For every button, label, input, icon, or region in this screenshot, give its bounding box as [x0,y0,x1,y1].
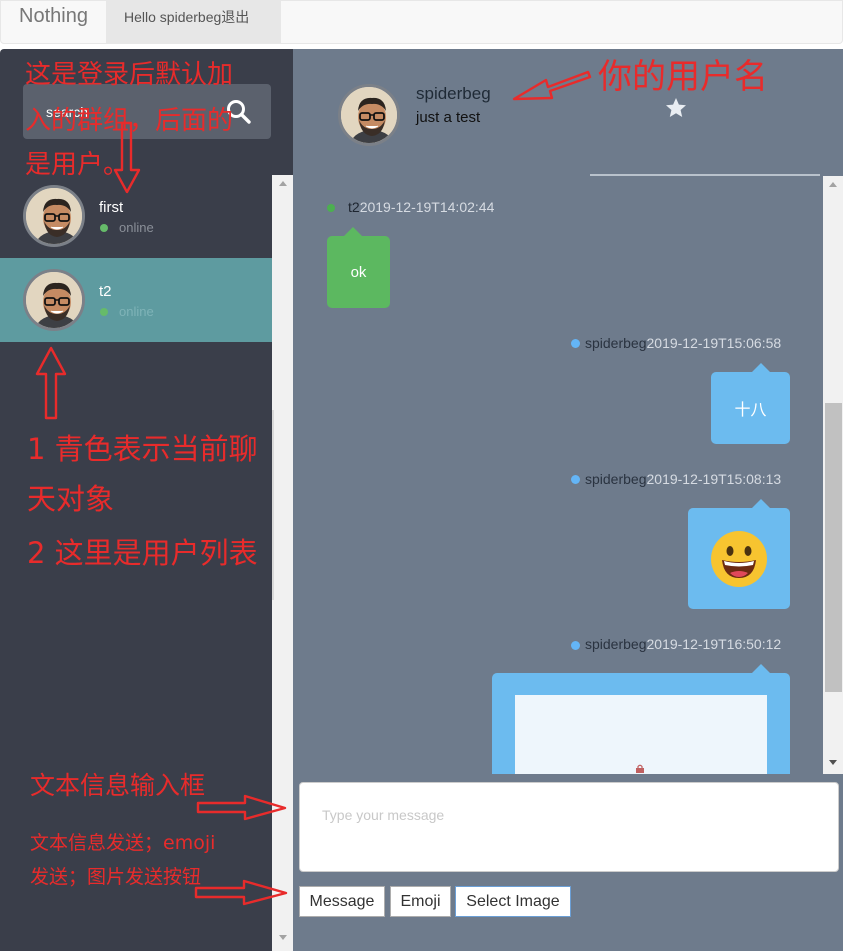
message-bubble: ok [327,236,390,308]
chat-header-name: spiderbeg [416,84,491,103]
navbar-brand[interactable]: Nothing [19,5,88,28]
select-image-button[interactable]: Select Image [455,886,571,917]
annotation-user-list: 2 这里是用户列表 [27,536,258,570]
online-status-dot [100,224,108,232]
top-navbar: Nothing Hello spiderbeg退出 [0,0,843,44]
image-placeholder [515,695,767,774]
message-bubble: 十八 [711,372,790,444]
message-time: 2019-12-19T14:02:44 [359,199,495,215]
grinning-emoji-icon [711,530,767,587]
send-message-button[interactable]: Message [299,886,385,917]
bubble-tail [752,664,770,673]
message-input[interactable] [299,782,839,872]
annotation-send-buttons-line1: 文本信息发送；emoji [30,832,216,854]
message-meta: spiderbeg2019-12-19T15:08:13 [585,471,781,487]
sender-status-dot [571,339,580,348]
message-sender: spiderbeg [585,636,647,652]
message-list: t22019-12-19T14:02:44 ok spiderbeg2019-1… [293,176,823,774]
emoji-message-bubble [688,508,790,609]
annotation-default-group-line3: 是用户。 [25,150,130,180]
sender-status-dot [327,204,335,212]
annotation-current-chat-line1: 1 青色表示当前聊 [27,432,258,466]
message-time: 2019-12-19T15:06:58 [646,335,782,351]
annotation-current-chat-line2: 天对象 [27,482,115,516]
annotation-username: 你的用户名 [598,57,768,97]
user-name: first [99,199,124,216]
chat-header-avatar [338,84,400,146]
avatar [23,269,85,331]
online-status-dot [100,308,108,316]
message-sender: t2 [348,199,360,215]
annotation-send-buttons-line2: 发送；图片发送按钮 [30,866,202,888]
chat-header-status: just a test [416,109,481,126]
bubble-tail [752,363,770,372]
user-logout-link[interactable]: Hello spiderbeg退出 [106,1,281,44]
message-meta: t22019-12-19T14:02:44 [348,199,494,215]
divider [272,410,274,600]
emoji-button[interactable]: Emoji [390,886,451,917]
broken-image-icon [636,764,644,773]
user-list-item-first[interactable]: first online [0,174,272,258]
message-meta: spiderbeg2019-12-19T16:50:12 [585,636,781,652]
message-sender: spiderbeg [585,335,647,351]
message-meta: spiderbeg2019-12-19T15:06:58 [585,335,781,351]
annotation-default-group-line2: 入的群组，后面的 [25,106,234,136]
message-time: 2019-12-19T16:50:12 [646,636,782,652]
bubble-tail [752,499,770,508]
scroll-down-arrow-icon[interactable] [279,935,287,940]
user-list-item-t2[interactable]: t2 online [0,258,272,342]
scroll-up-arrow-icon[interactable] [829,182,837,187]
avatar [23,185,85,247]
bubble-tail [344,227,362,236]
scroll-up-arrow-icon[interactable] [279,181,287,186]
message-time: 2019-12-19T15:08:13 [646,471,782,487]
sidebar-scrollbar[interactable] [272,175,293,951]
user-status: online [119,220,154,235]
annotation-default-group-line1: 这是登录后默认加 [25,60,234,90]
sender-status-dot [571,641,580,650]
user-name: t2 [99,283,112,300]
star-icon[interactable] [664,96,688,120]
scrollbar-thumb[interactable] [825,403,842,692]
scroll-down-arrow-icon[interactable] [829,760,837,765]
user-status: online [119,304,154,319]
annotation-text-input: 文本信息输入框 [30,771,206,800]
sender-status-dot [571,475,580,484]
message-sender: spiderbeg [585,471,647,487]
